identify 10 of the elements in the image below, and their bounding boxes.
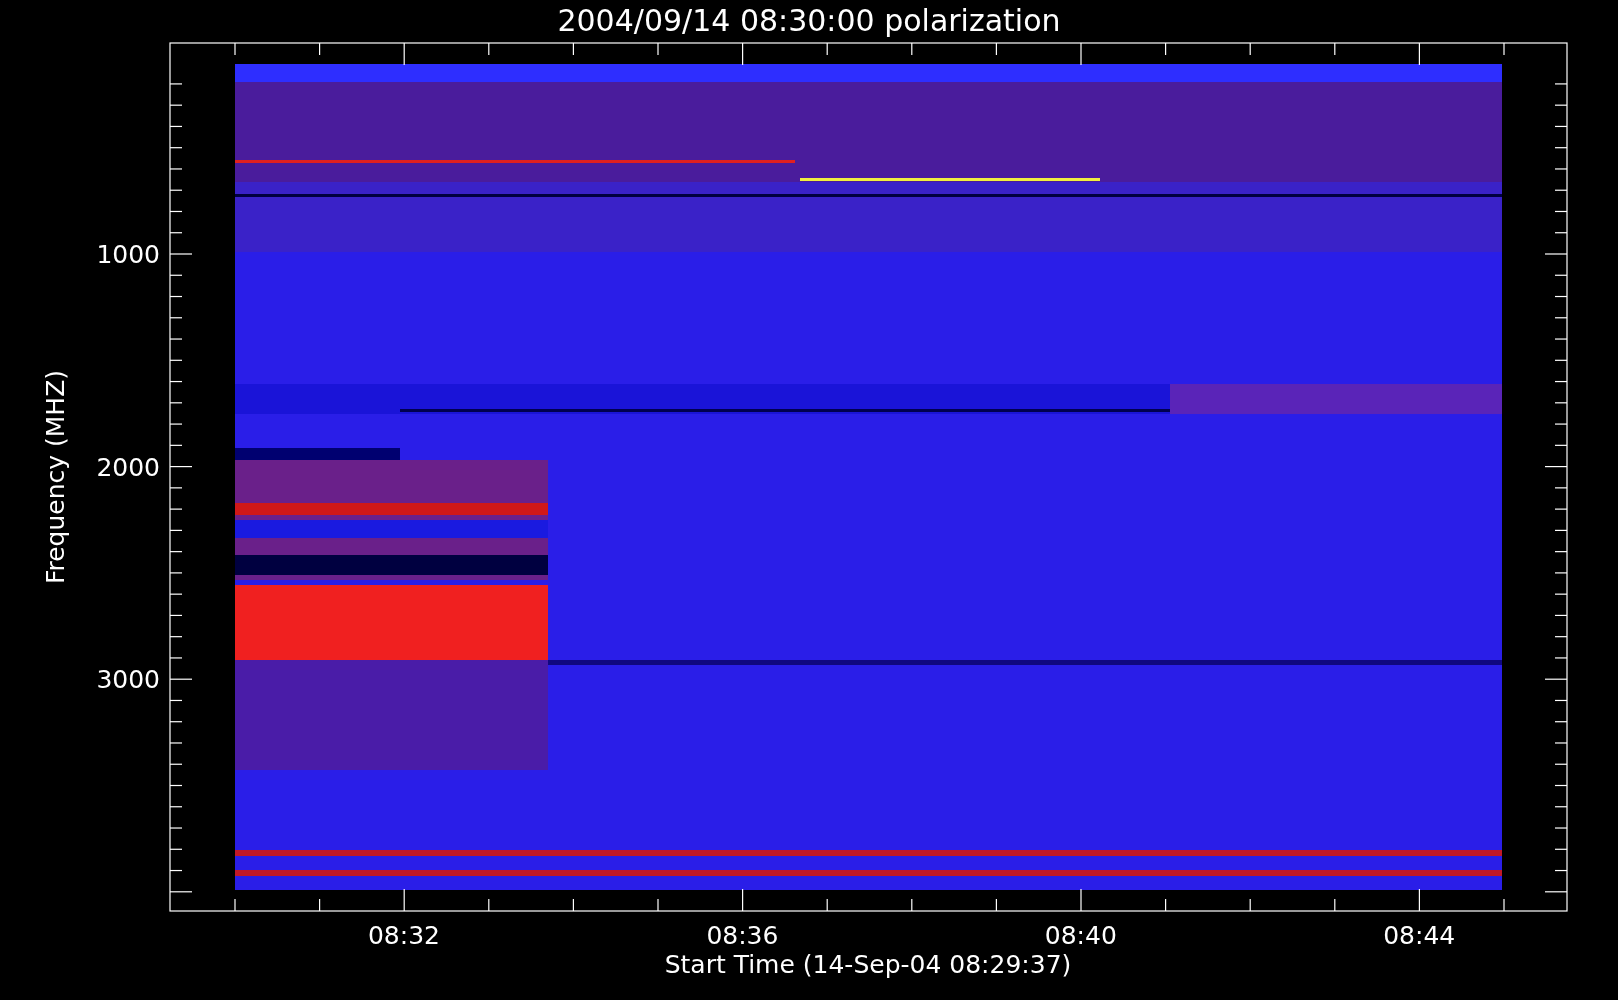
x-tick-label: 08:40 xyxy=(1044,921,1117,950)
y-tick-label: 3000 xyxy=(96,665,160,695)
plot-title: 2004/09/14 08:30:00 polarization xyxy=(557,3,1061,38)
x-tick-label: 08:36 xyxy=(706,921,779,950)
x-tick-label: 08:32 xyxy=(368,921,440,950)
y-tick-label: 2000 xyxy=(96,452,160,482)
x-axis-label: Start Time (14-Sep-04 08:29:37) xyxy=(664,950,1072,979)
x-tick-label: 08:44 xyxy=(1383,921,1456,950)
y-tick-label: 1000 xyxy=(96,240,160,269)
y-axis-label: Frequency (MHZ) xyxy=(41,369,70,585)
